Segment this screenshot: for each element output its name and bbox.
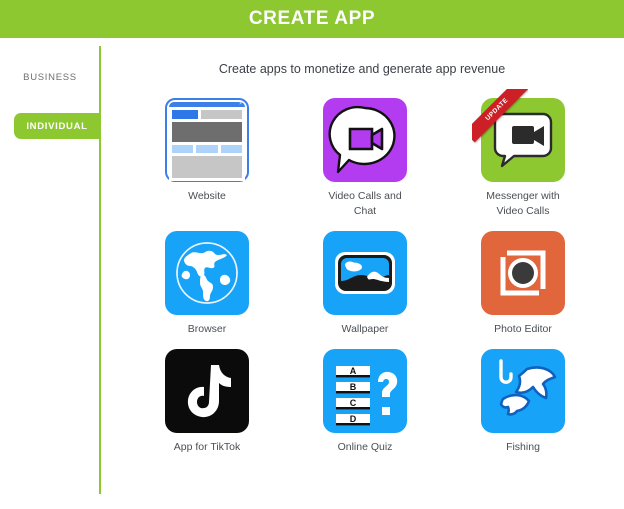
app-label: Online Quiz [337,441,393,453]
app-tile-messenger[interactable]: UPDATE Messenger with Video Calls [444,89,602,219]
video-chat-icon[interactable] [323,98,407,182]
app-label: Fishing [506,441,540,453]
app-tile-website[interactable]: × Website [128,98,286,219]
tiktok-note-icon[interactable] [165,349,249,433]
main-content: Create apps to monetize and generate app… [100,38,624,509]
page-header: CREATE APP [0,0,624,38]
messenger-icon[interactable]: UPDATE [472,89,565,182]
app-tile-video-calls-chat[interactable]: Video Calls and Chat [286,98,444,219]
app-label: App for TikTok [173,441,241,453]
fish-hook-icon[interactable] [481,349,565,433]
quiz-abcd-icon[interactable]: AB CD [323,349,407,433]
app-label: Photo Editor [494,323,552,335]
app-tile-tiktok[interactable]: App for TikTok [128,349,286,455]
page-title: CREATE APP [248,8,376,29]
website-icon[interactable]: × [165,98,249,182]
camera-crop-icon[interactable] [481,231,565,315]
svg-text:C: C [350,398,357,408]
app-label: Browser [187,323,227,335]
body-area: BUSINESS INDIVIDUAL Create apps to monet… [0,38,624,509]
app-label: Website [188,190,226,202]
sidebar-item-business[interactable]: BUSINESS [0,64,100,90]
app-label: Wallpaper [341,323,389,335]
sidebar: BUSINESS INDIVIDUAL [0,38,101,509]
app-label: Video Calls and Chat [328,190,402,217]
app-tile-fishing[interactable]: Fishing [444,349,602,455]
create-app-window: CREATE APP BUSINESS INDIVIDUAL Create ap… [0,0,624,509]
subtitle: Create apps to monetize and generate app… [218,62,506,76]
svg-text:B: B [350,382,357,392]
landscape-icon[interactable] [323,231,407,315]
svg-text:A: A [350,366,357,376]
sidebar-divider [99,46,101,494]
svg-text:D: D [350,414,357,424]
app-grid: × Website Video Calls and Chat UPDATE Me… [100,89,624,455]
app-label: Messenger with Video Calls [486,190,560,217]
sidebar-item-individual[interactable]: INDIVIDUAL [14,113,100,139]
app-tile-online-quiz[interactable]: AB CD Online Quiz [286,349,444,455]
globe-icon[interactable] [165,231,249,315]
app-tile-wallpaper[interactable]: Wallpaper [286,231,444,337]
app-tile-browser[interactable]: Browser [128,231,286,337]
app-tile-photo-editor[interactable]: Photo Editor [444,231,602,337]
